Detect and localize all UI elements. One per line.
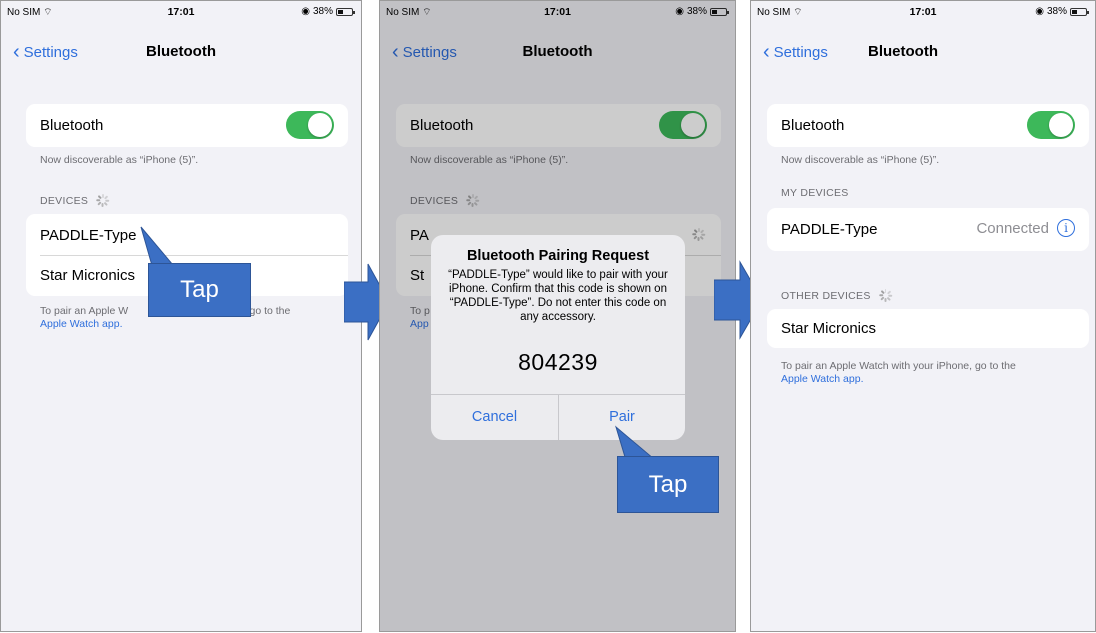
- pairing-code: 804239: [518, 349, 598, 375]
- tap-callout-1: Tap: [148, 263, 251, 317]
- screen-1-bluetooth-settings: No SIM ⌔ 17:01 ◉ 38% ‹ Settings Bluetooth …: [0, 0, 362, 632]
- my-devices-header: MY DEVICES: [781, 187, 849, 199]
- battery-indicator: ◉ 38%: [301, 6, 355, 17]
- footer-text-left: To pair an Apple W: [40, 305, 129, 317]
- battery-percent: 38%: [312, 6, 333, 17]
- nav-bar: ‹ Settings Bluetooth: [751, 42, 1095, 65]
- battery-percent: 38%: [1046, 6, 1067, 17]
- info-icon[interactable]: i: [1057, 219, 1075, 237]
- connected-status: Connected: [976, 219, 1049, 237]
- alarm-icon: ◉: [301, 6, 310, 17]
- dialog-title: Bluetooth Pairing Request: [466, 248, 650, 264]
- bluetooth-toggle-row: Bluetooth: [767, 104, 1089, 147]
- screen-2-pairing-request: No SIM ⌔ 17:01 ◉ 38% ‹ Settings Bluetooth …: [379, 0, 736, 632]
- alarm-icon: ◉: [1035, 6, 1044, 17]
- watch-footer-note: To pair an Apple Watch with your iPhone,…: [781, 360, 1016, 386]
- my-devices-list: PADDLE-Type Connected i: [767, 208, 1089, 251]
- pairing-request-dialog: Bluetooth Pairing Request “PADDLE-Type” …: [431, 235, 685, 440]
- discoverable-note: Now discoverable as “iPhone (5)”.: [781, 154, 940, 166]
- device-star-micronics[interactable]: Star Micronics: [781, 320, 1075, 337]
- device-status: Connected i: [976, 219, 1075, 237]
- other-devices-header-label: OTHER DEVICES: [781, 289, 871, 302]
- other-devices-header: OTHER DEVICES: [781, 289, 892, 302]
- nav-bar: ‹ Settings Bluetooth: [1, 42, 361, 65]
- loading-spinner-icon: [96, 194, 110, 207]
- page-title: Bluetooth: [868, 43, 938, 60]
- devices-header-label: DEVICES: [40, 194, 89, 207]
- apple-watch-link[interactable]: Apple Watch app.: [781, 373, 864, 385]
- screen-3-connected: No SIM ⌔ 17:01 ◉ 38% ‹ Settings Bluetooth …: [750, 0, 1096, 632]
- discoverable-note: Now discoverable as “iPhone (5)”.: [40, 154, 199, 166]
- battery-icon: [336, 7, 355, 16]
- battery-icon: [1070, 7, 1089, 16]
- battery-indicator: ◉ 38%: [1035, 6, 1089, 17]
- loading-spinner-icon: [878, 289, 892, 302]
- bluetooth-toggle-row: Bluetooth: [26, 104, 348, 147]
- dialog-message: “PADDLE-Type” would like to pair with yo…: [448, 269, 668, 323]
- bluetooth-toggle[interactable]: [1027, 111, 1075, 139]
- apple-watch-link[interactable]: Apple Watch app.: [40, 318, 123, 330]
- status-bar: No SIM ⌔ 17:01 ◉ 38%: [751, 6, 1095, 20]
- devices-header: DEVICES: [40, 194, 110, 207]
- footer-text: To pair an Apple Watch with your iPhone,…: [781, 360, 1016, 372]
- page-title: Bluetooth: [146, 43, 216, 60]
- other-devices-list: Star Micronics: [767, 309, 1089, 348]
- tap-callout-2: Tap: [617, 456, 719, 513]
- cancel-button[interactable]: Cancel: [431, 394, 558, 440]
- status-bar: No SIM ⌔ 17:01 ◉ 38%: [1, 6, 361, 20]
- bluetooth-toggle[interactable]: [286, 111, 334, 139]
